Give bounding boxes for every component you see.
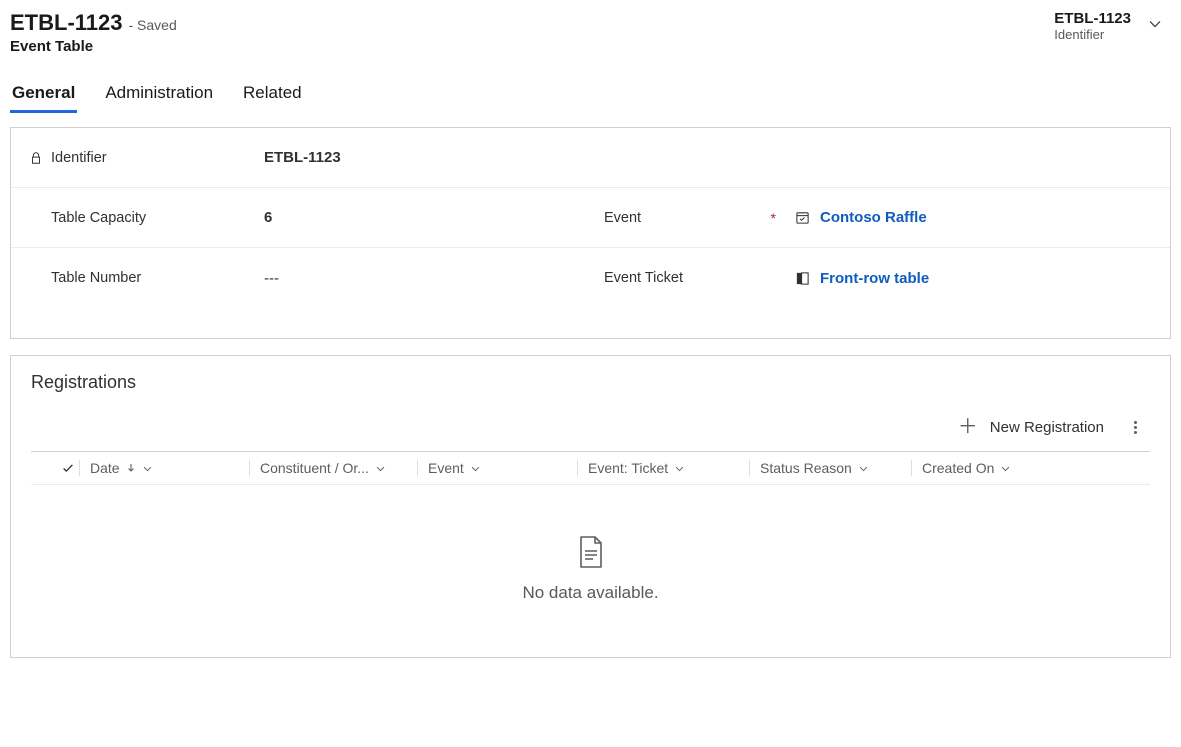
chevron-down-icon — [674, 463, 685, 474]
registrations-title: Registrations — [31, 372, 1150, 393]
empty-message: No data available. — [522, 583, 658, 603]
form-header: ETBL-1123 - Saved Event Table ETBL-1123 … — [10, 10, 1171, 63]
plus-icon: ＋ — [958, 417, 978, 437]
row-capacity-event: Table Capacity 6 Event * Contoso Raffle — [11, 188, 1170, 248]
chevron-down-icon — [1000, 463, 1011, 474]
ticket-icon — [794, 270, 810, 286]
tab-bar: General Administration Related — [10, 63, 1171, 113]
record-title: ETBL-1123 — [10, 10, 123, 36]
column-created-on[interactable]: Created On — [911, 460, 1097, 476]
chevron-down-icon — [470, 463, 481, 474]
general-section: Identifier ETBL-1123 Table Capacity 6 Ev… — [10, 127, 1171, 339]
capacity-label: Table Capacity — [51, 210, 146, 226]
check-icon — [61, 461, 75, 475]
chevron-down-icon — [375, 463, 386, 474]
sort-down-icon — [126, 463, 136, 473]
chevron-down-icon — [142, 463, 153, 474]
event-ticket-link[interactable]: Front-row table — [820, 270, 929, 287]
tab-related[interactable]: Related — [241, 77, 304, 113]
identifier-value: ETBL-1123 — [264, 149, 604, 166]
event-label: Event — [604, 210, 641, 226]
selector-title: ETBL-1123 — [1054, 10, 1131, 27]
column-constituent[interactable]: Constituent / Or... — [249, 460, 417, 476]
event-lookup[interactable]: Contoso Raffle — [794, 209, 927, 226]
column-event[interactable]: Event — [417, 460, 577, 476]
column-date[interactable]: Date — [79, 460, 249, 476]
tab-administration[interactable]: Administration — [103, 77, 215, 113]
tab-general[interactable]: General — [10, 77, 77, 113]
save-state: - Saved — [129, 17, 177, 33]
form-selector[interactable]: ETBL-1123 Identifier — [1054, 10, 1163, 42]
lock-icon — [29, 151, 43, 165]
entity-name: Event Table — [10, 38, 177, 55]
event-ticket-lookup[interactable]: Front-row table — [794, 270, 929, 287]
title-block: ETBL-1123 - Saved Event Table — [10, 10, 177, 55]
chevron-down-icon — [1147, 16, 1163, 32]
calendar-check-icon — [794, 210, 810, 226]
new-registration-button[interactable]: ＋ New Registration — [958, 417, 1104, 437]
event-link[interactable]: Contoso Raffle — [820, 209, 927, 226]
row-identifier: Identifier ETBL-1123 — [11, 128, 1170, 188]
subgrid-toolbar: ＋ New Registration — [31, 411, 1150, 451]
table-number-label: Table Number — [51, 270, 141, 286]
column-event-ticket[interactable]: Event: Ticket — [577, 460, 749, 476]
row-number-ticket: Table Number --- Event Ticket Front-row … — [11, 248, 1170, 308]
select-all-column[interactable] — [31, 461, 79, 475]
empty-state: No data available. — [31, 485, 1150, 633]
more-commands-button[interactable] — [1126, 421, 1144, 434]
new-registration-label: New Registration — [990, 419, 1104, 436]
column-status-reason[interactable]: Status Reason — [749, 460, 911, 476]
required-indicator: * — [771, 210, 776, 226]
registrations-section: Registrations ＋ New Registration Date Co… — [10, 355, 1171, 658]
grid-header: Date Constituent / Or... Event Event: Ti… — [31, 451, 1150, 485]
event-ticket-label: Event Ticket — [604, 270, 683, 286]
table-number-value[interactable]: --- — [264, 270, 604, 287]
identifier-label: Identifier — [51, 150, 107, 166]
selector-sub: Identifier — [1054, 27, 1131, 42]
document-icon — [577, 535, 605, 569]
capacity-value[interactable]: 6 — [264, 209, 604, 226]
chevron-down-icon — [858, 463, 869, 474]
